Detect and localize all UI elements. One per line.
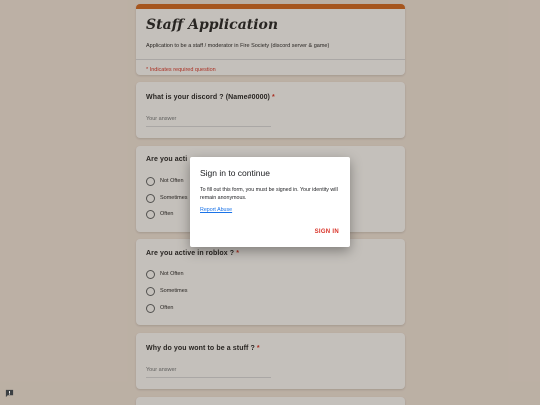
sign-in-button[interactable]: SIGN IN — [315, 229, 339, 235]
feedback-icon[interactable] — [5, 389, 14, 398]
dialog-title: Sign in to continue — [200, 168, 270, 178]
report-abuse-link[interactable]: Report Abuse — [200, 207, 232, 213]
dialog-body: To fill out this form, you must be signe… — [200, 187, 338, 201]
sign-in-dialog: Sign in to continue To fill out this for… — [190, 157, 350, 247]
